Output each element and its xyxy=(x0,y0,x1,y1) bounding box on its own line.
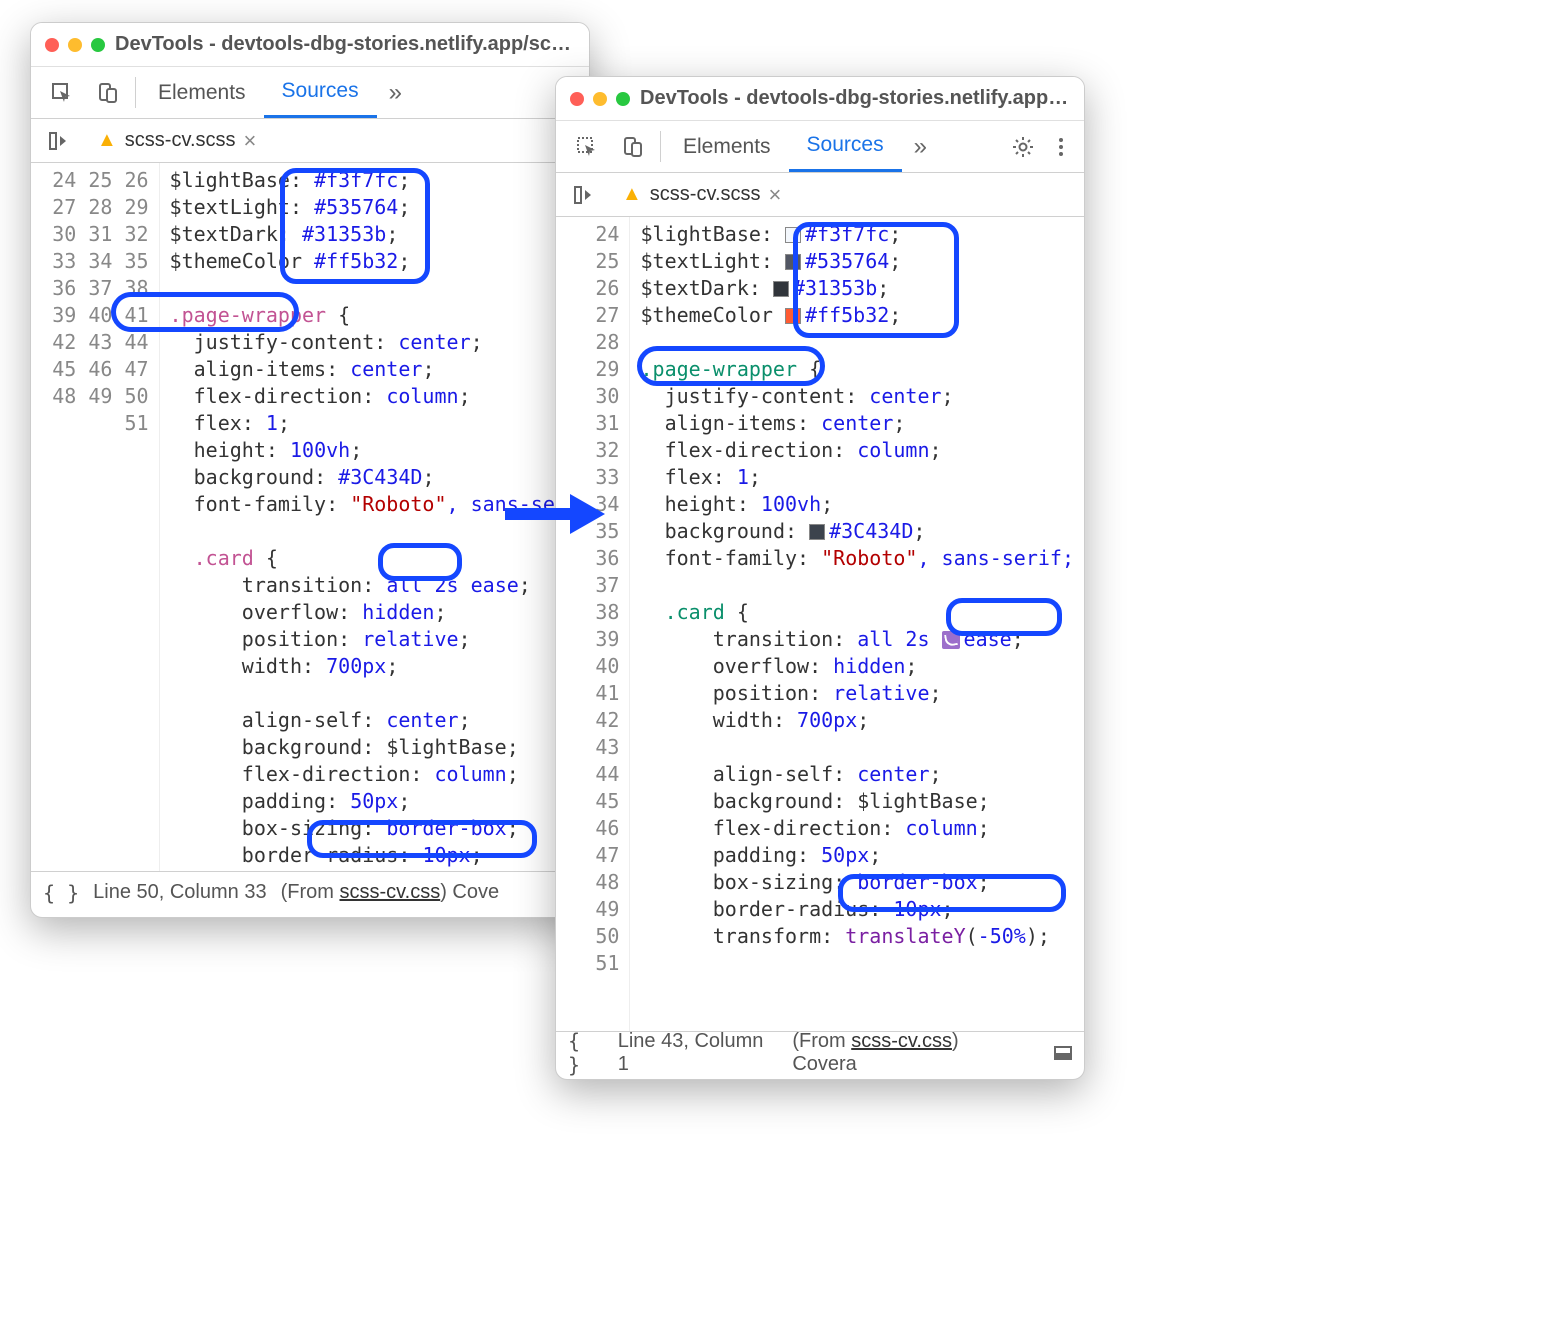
drawer-toggle-icon[interactable] xyxy=(1054,1046,1072,1060)
file-tab-label: scss-cv.scss xyxy=(650,183,761,206)
tab-elements[interactable]: Elements xyxy=(140,67,264,118)
zoom-window-icon[interactable] xyxy=(91,38,105,52)
file-tab-scss[interactable]: ▲ scss-cv.scss × xyxy=(83,119,270,162)
main-toolbar: Elements Sources » xyxy=(31,67,589,119)
statusbar: { } Line 50, Column 33 (From scss-cv.css… xyxy=(31,871,589,913)
format-icon[interactable]: { } xyxy=(568,1029,604,1077)
window-title: DevTools - devtools-dbg-stories.netlify.… xyxy=(115,33,575,56)
source-link[interactable]: scss-cv.css xyxy=(339,881,440,903)
traffic-lights[interactable] xyxy=(570,92,630,106)
highlight-ease-box xyxy=(378,543,462,581)
titlebar: DevTools - devtools-dbg-stories.netlify.… xyxy=(31,23,589,67)
line-gutter[interactable]: 24 25 26 27 28 29 30 31 32 33 34 35 36 3… xyxy=(31,163,160,871)
source-link[interactable]: scss-cv.css xyxy=(851,1030,952,1052)
minimize-window-icon[interactable] xyxy=(68,38,82,52)
warning-icon: ▲ xyxy=(97,129,117,152)
settings-icon[interactable] xyxy=(1000,121,1046,172)
close-window-icon[interactable] xyxy=(570,92,584,106)
tab-sources[interactable]: Sources xyxy=(789,121,902,172)
device-icon[interactable] xyxy=(610,121,656,172)
highlight-colors-box xyxy=(280,168,430,284)
source-from: (From scss-cv.css) Cove xyxy=(281,881,500,904)
file-tabs: ▲ scss-cv.scss × xyxy=(31,119,589,163)
window-title: DevTools - devtools-dbg-stories.netlify.… xyxy=(640,87,1070,110)
highlight-selector-box xyxy=(111,292,299,332)
traffic-lights[interactable] xyxy=(45,38,105,52)
source-from: (From scss-cv.css) Covera xyxy=(792,1030,1026,1076)
close-window-icon[interactable] xyxy=(45,38,59,52)
minimize-window-icon[interactable] xyxy=(593,92,607,106)
cursor-position: Line 50, Column 33 xyxy=(93,881,266,904)
navigator-icon[interactable] xyxy=(562,173,608,216)
highlight-colors-box xyxy=(793,222,959,338)
tab-elements[interactable]: Elements xyxy=(665,121,789,172)
cursor-position: Line 43, Column 1 xyxy=(618,1030,779,1076)
line-gutter[interactable]: 24 25 26 27 28 29 30 31 32 33 34 35 36 3… xyxy=(556,217,630,1031)
highlight-ease-box xyxy=(946,598,1062,636)
file-tab-scss[interactable]: ▲ scss-cv.scss × xyxy=(608,173,795,216)
statusbar: { } Line 43, Column 1 (From scss-cv.css)… xyxy=(556,1031,1084,1073)
zoom-window-icon[interactable] xyxy=(616,92,630,106)
comparison-arrow-icon xyxy=(500,484,610,544)
device-icon[interactable] xyxy=(85,67,131,118)
devtools-window-before: DevTools - devtools-dbg-stories.netlify.… xyxy=(30,22,590,918)
main-toolbar: Elements Sources » xyxy=(556,121,1084,173)
warning-icon: ▲ xyxy=(622,183,642,206)
file-tab-label: scss-cv.scss xyxy=(125,129,236,152)
inspect-icon[interactable] xyxy=(39,67,85,118)
titlebar: DevTools - devtools-dbg-stories.netlify.… xyxy=(556,77,1084,121)
file-tabs: ▲ scss-cv.scss × xyxy=(556,173,1084,217)
highlight-transform-box xyxy=(307,820,537,858)
kebab-menu-icon[interactable] xyxy=(1046,121,1076,172)
navigator-icon[interactable] xyxy=(37,119,83,162)
more-tabs-icon[interactable]: » xyxy=(377,67,414,118)
close-tab-icon[interactable]: × xyxy=(244,128,257,154)
inspect-icon[interactable] xyxy=(564,121,610,172)
close-tab-icon[interactable]: × xyxy=(769,182,782,208)
format-icon[interactable]: { } xyxy=(43,881,79,905)
highlight-selector-box xyxy=(637,346,825,386)
more-tabs-icon[interactable]: » xyxy=(902,121,939,172)
highlight-transform-box xyxy=(838,874,1066,912)
tab-sources[interactable]: Sources xyxy=(264,67,377,118)
